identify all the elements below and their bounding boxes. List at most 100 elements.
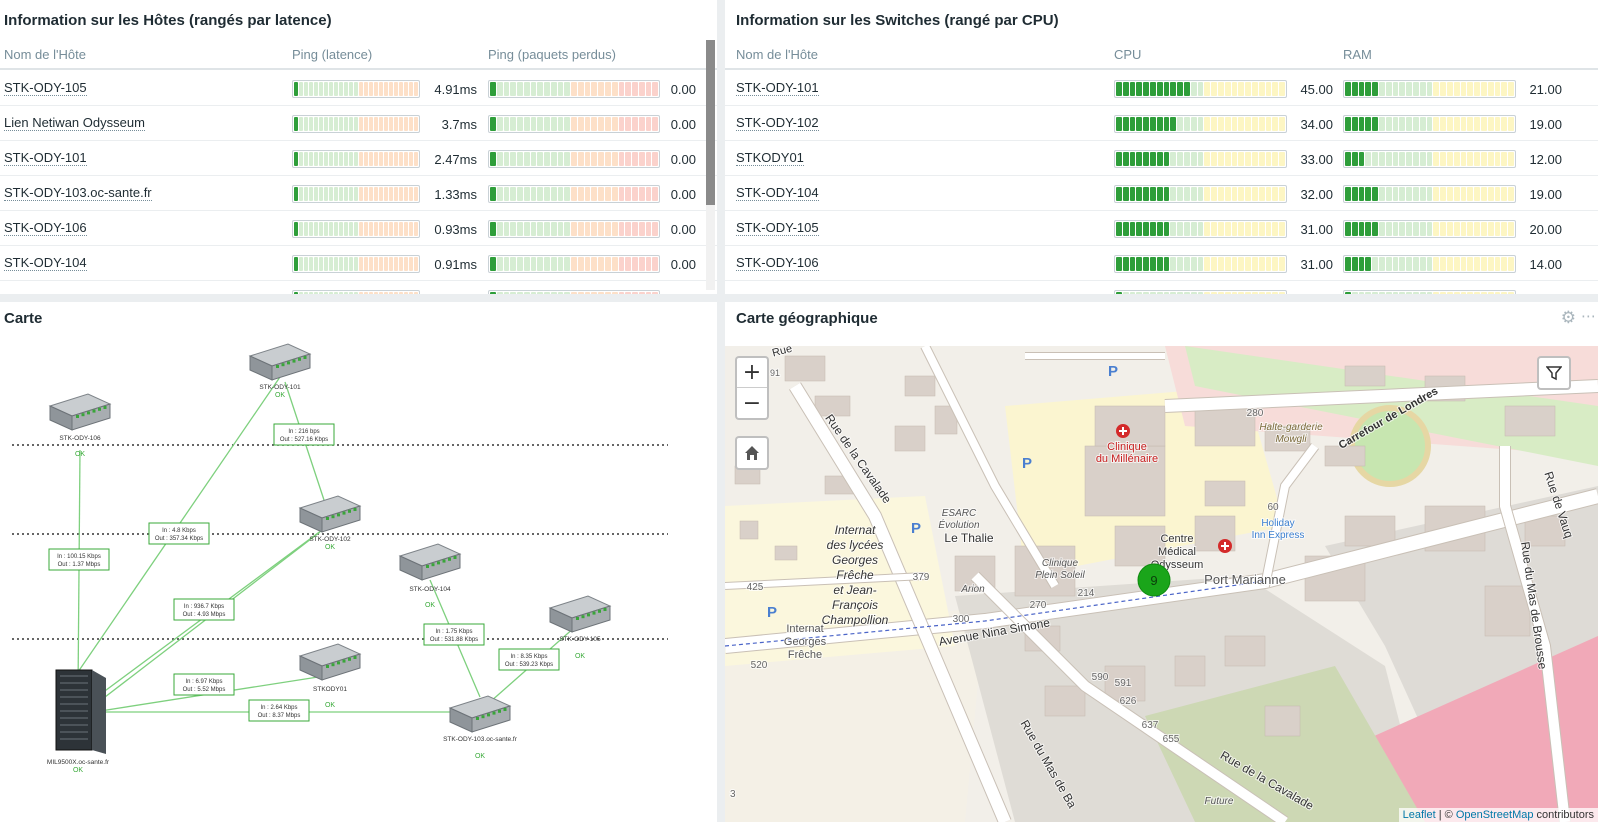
table-row xyxy=(725,281,1598,294)
building xyxy=(739,520,759,540)
port-led xyxy=(87,411,90,415)
host-name-link[interactable]: STK-ODY-101 xyxy=(4,151,87,166)
ram-bar xyxy=(1343,80,1516,98)
col-ram[interactable]: RAM xyxy=(1343,47,1372,62)
node-stkody01[interactable]: STKODY01 OK xyxy=(298,643,362,709)
map-label: 3 xyxy=(730,789,736,800)
map-label: 425 xyxy=(747,582,764,593)
node-stk-ody-103-oc-sante-fr[interactable]: STK-ODY-103.oc-sante.fr OK xyxy=(443,695,518,760)
leaflet-link[interactable]: Leaflet xyxy=(1403,809,1436,821)
gear-icon[interactable]: ⚙ xyxy=(1561,308,1576,328)
osm-link[interactable]: OpenStreetMap xyxy=(1456,809,1534,821)
map-tiles[interactable]: PPPPCliniquedu MillénaireHalte-garderieM… xyxy=(725,346,1598,822)
port-led xyxy=(487,713,490,717)
map-label: Évolution xyxy=(938,518,980,531)
port-led xyxy=(353,508,357,511)
node-status: OK xyxy=(75,451,85,458)
node-stk-ody-104[interactable]: STK-ODY-104 OK xyxy=(398,543,462,609)
col-switch-name[interactable]: Nom de l'Hôte xyxy=(736,47,818,62)
col-ping-latency[interactable]: Ping (latence) xyxy=(292,47,372,62)
latency-bar xyxy=(292,290,420,294)
map-label: Holiday xyxy=(1261,518,1294,529)
link-label: In : 1.75 Kbps Out : 531.88 Kbps xyxy=(423,623,485,646)
node-label: STK-ODY-102 xyxy=(309,536,351,543)
port-led xyxy=(287,361,290,365)
table-row: STK-ODY-104 32.00 19.00 xyxy=(725,176,1598,211)
port-led xyxy=(98,407,101,411)
packet-loss-value: 0.00 xyxy=(670,152,696,167)
table-row: Lien Netiwan Odysseum 3.7ms 0.00 xyxy=(0,106,717,141)
map-label: 60 xyxy=(1267,502,1279,513)
node-stk-ody-101[interactable]: STK-ODY-101OK xyxy=(248,343,312,399)
port-led xyxy=(348,657,351,661)
network-map-widget: Carte STK-ODY-101 OK STK-ODY-106 OK STK-ODY-… xyxy=(0,302,717,822)
zoom-out-button[interactable]: − xyxy=(737,388,767,418)
geo-map[interactable]: P P P P Clinique du Millénaire Halte-garderie M… xyxy=(725,346,1598,822)
node-stk-ody-102[interactable]: STK-ODY-102OK xyxy=(298,495,362,551)
map-label: 300 xyxy=(953,614,970,625)
ram-bar xyxy=(1343,150,1516,168)
port-led xyxy=(303,356,307,359)
port-led xyxy=(353,656,357,659)
link-in-text: In : 936.7 Kbps xyxy=(184,604,224,610)
host-name-link[interactable]: Lien Netiwan Odysseum xyxy=(4,116,145,131)
map-label: du Millénaire xyxy=(1096,453,1158,465)
switches-table-header: Nom de l'Hôte CPU RAM xyxy=(725,40,1598,70)
ram-value: 19.00 xyxy=(1529,187,1562,202)
host-name-link[interactable]: STK-ODY-104 xyxy=(4,256,87,271)
map-label: Centre xyxy=(1160,533,1193,545)
table-row: STKODY01 33.00 12.00 xyxy=(725,141,1598,176)
node-stk-ody-106[interactable]: STK-ODY-106 OK xyxy=(48,393,112,458)
port-led xyxy=(281,363,285,367)
map-label: ESARC xyxy=(942,508,977,519)
col-ping-loss[interactable]: Ping (paquets perdus) xyxy=(488,47,616,62)
table-row: STK-ODY-105 31.00 20.00 xyxy=(725,211,1598,246)
home-button[interactable] xyxy=(737,438,767,468)
ram-bar xyxy=(1343,290,1516,294)
switch-name-link[interactable]: STK-ODY-101 xyxy=(736,81,819,96)
latency-value: 2.47ms xyxy=(434,152,477,167)
switch-name-link[interactable]: STK-ODY-102 xyxy=(736,116,819,131)
map-label: Frêche xyxy=(836,568,874,582)
ram-bar xyxy=(1343,115,1516,133)
host-name-link[interactable]: STK-ODY-103.oc-sante.fr xyxy=(4,186,152,201)
more-options-icon[interactable]: ⋯ xyxy=(1581,307,1596,325)
node-mil9500x-oc-sante-fr[interactable]: MIL9500X.oc-sante.frOK xyxy=(47,669,110,774)
host-name-link[interactable]: STK-ODY-105 xyxy=(4,81,87,96)
port-led xyxy=(337,513,340,517)
ram-value: 19.00 xyxy=(1529,117,1562,132)
map-label: François xyxy=(832,598,878,612)
switch-name-link[interactable]: STKODY01 xyxy=(736,151,804,166)
packet-loss-bar xyxy=(488,80,660,98)
filter-button[interactable] xyxy=(1539,358,1569,388)
packet-loss-bar xyxy=(488,220,660,238)
port-led xyxy=(337,661,340,665)
map-label: Georges xyxy=(784,636,827,648)
zoom-in-button[interactable]: + xyxy=(737,358,767,388)
switch-name-link[interactable]: STK-ODY-106 xyxy=(736,256,819,271)
parking-icon: P xyxy=(911,520,921,537)
host-name-link[interactable]: STK-ODY-106 xyxy=(4,221,87,236)
switch-name-link[interactable]: STK-ODY-105 xyxy=(736,221,819,236)
packet-loss-value: 0.00 xyxy=(670,82,696,97)
cluster-marker[interactable]: 9 xyxy=(1137,563,1171,597)
parking-icon: P xyxy=(1108,363,1118,380)
link-in-text: In : 8.35 Kbps xyxy=(510,654,547,660)
table-row: STK-ODY-106 0.93ms 0.00 xyxy=(0,211,717,246)
port-led xyxy=(448,557,451,561)
switch-name-link[interactable]: STK-ODY-104 xyxy=(736,186,819,201)
port-led xyxy=(298,357,301,361)
col-cpu[interactable]: CPU xyxy=(1114,47,1141,62)
table-row: STK-ODY-106 31.00 14.00 xyxy=(725,246,1598,281)
col-host-name[interactable]: Nom de l'Hôte xyxy=(4,47,86,62)
map-label: Champollion xyxy=(822,613,889,627)
map-attribution: Leaflet | © OpenStreetMap contributors xyxy=(1398,808,1598,822)
map-label: Plein Soleil xyxy=(1035,570,1085,581)
node-status: OK xyxy=(73,767,83,774)
hosts-scrollbar[interactable] xyxy=(706,40,715,290)
hosts-scrollbar-thumb[interactable] xyxy=(706,40,715,205)
link-in-text: In : 1.75 Kbps xyxy=(435,629,472,635)
map-label: 280 xyxy=(1247,408,1264,419)
switches-widget: Information sur les Switches (rangé par … xyxy=(725,0,1598,294)
packet-loss-value: 0.00 xyxy=(670,257,696,272)
